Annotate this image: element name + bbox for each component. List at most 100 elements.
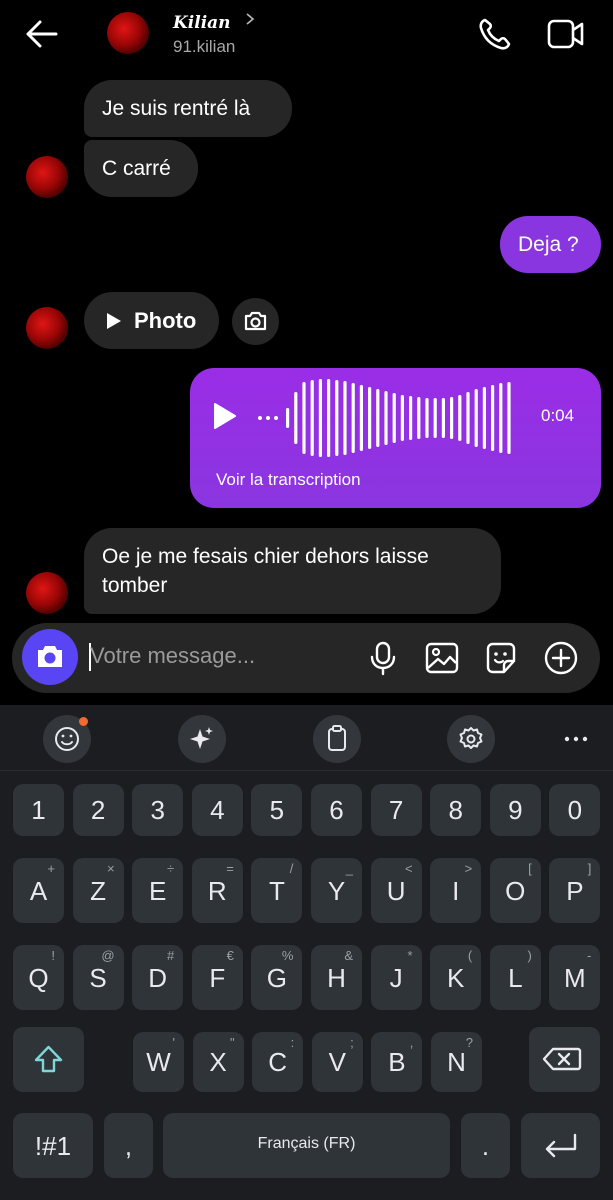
key-5[interactable]: 5 [251,784,303,836]
keyboard-toolbar [0,705,613,771]
waveform-bar [359,385,363,451]
key-j[interactable]: * J [370,945,422,1010]
key-8[interactable]: 8 [430,784,482,836]
ai-button[interactable] [178,715,226,763]
waveform[interactable] [258,378,533,458]
key-label: H [327,962,346,993]
shift-icon [34,1045,63,1073]
key-a[interactable]: + A [13,858,64,923]
key-k[interactable]: (K [430,945,482,1010]
sender-avatar[interactable] [26,307,68,349]
arrow-left-icon[interactable] [22,17,62,51]
key-1[interactable]: 1 [13,784,64,836]
key-s[interactable]: @ S [72,945,124,1010]
photo-label: Photo [134,307,197,333]
key-e[interactable]: ÷ E [132,858,184,923]
key-g[interactable]: % G [251,945,303,1010]
message-input[interactable]: Votre message... [90,643,255,669]
waveform-bar [474,389,478,447]
key-n[interactable]: ? N [431,1032,482,1092]
key-label: L [508,962,523,993]
key-7[interactable]: 7 [370,784,422,836]
contact-username[interactable]: 91.kilian [173,37,235,57]
key-0[interactable]: 0 [549,784,601,836]
emoji-button[interactable] [43,715,91,763]
key-6[interactable]: 6 [311,784,362,836]
key-m[interactable]: -M [549,945,601,1010]
key-l[interactable]: ) L [489,945,541,1010]
sticker-icon[interactable] [482,639,520,677]
waveform-bar [409,396,413,440]
plus-circle-icon[interactable] [542,639,580,677]
key-f[interactable]: € F [191,945,243,1010]
waveform-bar [368,387,372,449]
key-z[interactable]: × Z [72,858,124,923]
comma-key[interactable]: , [104,1113,153,1178]
sender-avatar[interactable] [26,156,68,198]
key-label: E [149,875,167,906]
gallery-icon[interactable] [423,639,461,677]
key-d[interactable]: # D [132,945,184,1010]
backspace-key[interactable] [529,1027,600,1092]
sender-avatar[interactable] [26,572,68,614]
key-alt-char: ) [527,948,532,963]
phone-icon[interactable] [477,16,513,52]
more-icon[interactable] [561,729,591,749]
key-r[interactable]: = R [191,858,243,923]
video-camera-icon[interactable] [546,16,586,52]
key-t[interactable]: / T [251,858,303,923]
transcript-link[interactable]: Voir la transcription [216,470,361,490]
play-icon[interactable] [212,402,238,430]
key-label: 8 [448,795,463,825]
message-received[interactable]: C carré [84,140,198,197]
key-u[interactable]: < U [370,858,422,923]
sparkle-icon [190,727,213,749]
key-2[interactable]: 2 [72,784,124,836]
notification-dot [79,717,88,726]
key-q[interactable]: ! Q [13,945,64,1010]
voice-message[interactable]: 0:04 Voir la transcription [190,368,601,508]
waveform-bar [433,398,437,438]
key-3[interactable]: 3 [132,784,184,836]
message-sent[interactable]: Deja ? [500,216,601,273]
clipboard-button[interactable] [313,715,361,763]
waveform-bar [482,387,486,449]
key-o[interactable]: [O [489,858,541,923]
contact-display-name[interactable]: Kilian [173,13,231,33]
key-alt-char: = [226,861,234,876]
symbols-key[interactable]: !#1 [13,1113,93,1178]
enter-key[interactable] [521,1113,600,1178]
settings-button[interactable] [447,715,495,763]
waveform-bar [327,379,331,457]
key-v[interactable]: ; V [311,1032,363,1092]
key-label: U [386,875,406,906]
photo-message-button[interactable]: Photo [84,292,219,349]
camera-button[interactable] [22,629,78,685]
key-h[interactable]: & H [311,945,362,1010]
key-label: Français (FR) [257,1135,356,1152]
key-x[interactable]: " X [192,1032,244,1092]
key-p[interactable]: ] P [549,858,601,923]
space-key[interactable]: Français (FR) [163,1113,450,1178]
waveform-bar [335,380,339,456]
key-label: 6 [329,795,344,825]
waveform-bar [466,392,470,444]
key-c[interactable]: :C [252,1032,304,1092]
key-alt-char: & [344,948,353,963]
key-w[interactable]: ' W [133,1032,184,1092]
key-9[interactable]: 9 [489,784,541,836]
reply-camera-button[interactable] [232,298,279,345]
message-received[interactable]: Oe je me fesais chier dehors laisse tomb… [84,528,501,614]
message-received[interactable]: Je suis rentré là [84,80,292,137]
key-y[interactable]: _ Y [311,858,362,923]
message-text: Je suis rentré là [102,97,251,120]
key-alt-char: # [166,948,175,963]
key-i[interactable]: > I [430,858,482,923]
key-b[interactable]: ,B [371,1032,423,1092]
chevron-right-icon[interactable] [245,12,255,26]
microphone-icon[interactable] [364,639,402,677]
period-key[interactable]: . [461,1113,510,1178]
shift-key[interactable] [13,1027,84,1092]
contact-avatar[interactable] [107,12,149,54]
key-4[interactable]: 4 [191,784,243,836]
